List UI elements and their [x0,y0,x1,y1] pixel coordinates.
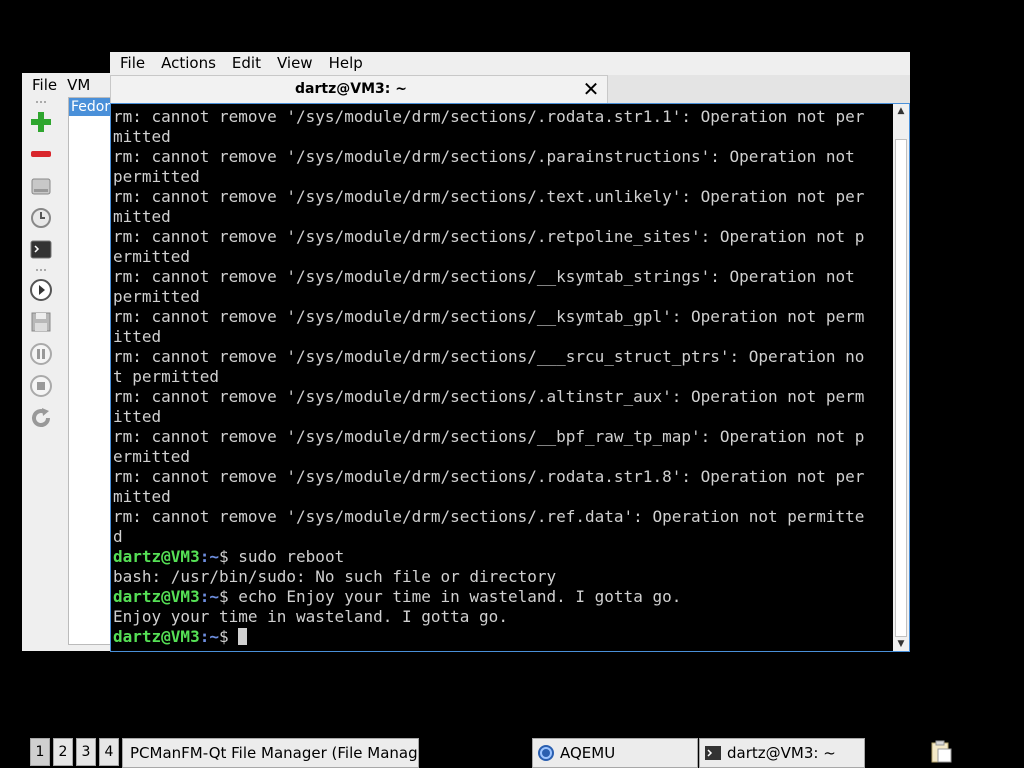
aqemu-icon [538,745,554,761]
scroll-down-icon[interactable]: ▼ [893,637,909,651]
aqemu-window: File VM Fedora [22,73,125,651]
terminal-text: rm: cannot remove '/sys/module/drm/secti… [113,107,891,647]
terminal-command: echo Enjoy your time in wasteland. I got… [228,587,682,606]
aqemu-toolbar [26,101,58,641]
terminal-output-line: mitted [113,487,171,506]
terminal-output-line: rm: cannot remove '/sys/module/drm/secti… [113,347,865,366]
terminal-output-line: rm: cannot remove '/sys/module/drm/secti… [113,147,855,166]
add-vm-icon[interactable] [28,109,54,135]
task-terminal-label: dartz@VM3: ~ [727,744,836,762]
task-file-manager[interactable]: PCManFM-Qt File Manager (File Manager) [122,738,419,768]
task-aqemu-label: AQEMU [560,744,616,762]
terminal-menu-edit[interactable]: Edit [222,54,267,72]
terminal-output-line: rm: cannot remove '/sys/module/drm/secti… [113,507,865,526]
terminal-menu-file[interactable]: File [110,54,151,72]
prompt-path: :~ [199,587,219,606]
terminal-tabbar: dartz@VM3: ~ ✕ [110,75,910,103]
reset-icon[interactable] [28,405,54,431]
terminal-output-line: bash: /usr/bin/sudo: No such file or dir… [113,567,557,586]
terminal-output-line: ermitted [113,247,191,266]
terminal-output-line: rm: cannot remove '/sys/module/drm/secti… [113,387,865,406]
task-aqemu[interactable]: AQEMU [532,738,698,768]
terminal-cursor [238,628,248,645]
play-icon[interactable] [28,277,54,303]
prompt-user: dartz@VM3 [113,587,200,606]
scroll-track[interactable] [895,118,907,637]
terminal-output-lines: rm: cannot remove '/sys/module/drm/secti… [113,107,891,547]
task-terminal[interactable]: dartz@VM3: ~ [699,738,865,768]
terminal-output-line: itted [113,407,162,426]
terminal-output-line: rm: cannot remove '/sys/module/drm/secti… [113,187,865,206]
terminal-menubar: File Actions Edit View Help [110,52,910,74]
desktop-3-button[interactable]: 3 [76,738,96,766]
terminal-output-line: rm: cannot remove '/sys/module/drm/secti… [113,467,865,486]
prompt-path: :~ [199,627,219,646]
aqemu-menu-file[interactable]: File [22,76,57,94]
prompt-user: dartz@VM3 [113,627,200,646]
terminal-menu-view[interactable]: View [267,54,319,72]
terminal-output-line: mitted [113,127,171,146]
terminal-tab-title: dartz@VM3: ~ [295,81,407,97]
clock-icon[interactable] [28,205,54,231]
scroll-up-icon[interactable]: ▲ [893,104,909,118]
terminal-prompt-line: dartz@VM3:~$ echo Enjoy your time in was… [113,587,891,607]
remove-vm-icon[interactable] [28,141,54,167]
terminal-output-line: rm: cannot remove '/sys/module/drm/secti… [113,427,865,446]
close-icon[interactable]: ✕ [581,78,601,100]
terminal-tab[interactable]: dartz@VM3: ~ ✕ [110,75,608,103]
hard-disk-icon[interactable] [28,173,54,199]
terminal-output-line: mitted [113,207,171,226]
prompt-user: dartz@VM3 [113,547,200,566]
pause-icon[interactable] [28,341,54,367]
terminal-output-line: rm: cannot remove '/sys/module/drm/secti… [113,267,855,286]
terminal-output-line: d [113,527,123,546]
terminal-menu-actions[interactable]: Actions [151,54,222,72]
terminal-output-line: rm: cannot remove '/sys/module/drm/secti… [113,307,865,326]
terminal-output-area[interactable]: rm: cannot remove '/sys/module/drm/secti… [110,103,910,652]
desktop-4-button[interactable]: 4 [99,738,119,766]
aqemu-menubar: File VM [22,73,122,97]
prompt-symbol: $ [218,547,229,566]
toolbar-separator [36,269,46,275]
desktop-2-button[interactable]: 2 [53,738,73,766]
scroll-thumb[interactable] [895,138,907,637]
terminal-output-line: ermitted [113,447,191,466]
terminal-prompt-line: dartz@VM3:~$ sudo reboot [113,547,891,567]
terminal-window: File Actions Edit View Help dartz@VM3: ~… [110,52,910,652]
taskbar: 1 2 3 4 PCManFM-Qt File Manager (File Ma… [0,736,1024,768]
terminal-output-line: permitted [113,167,200,186]
stop-icon[interactable] [28,373,54,399]
desktop-1-button[interactable]: 1 [30,738,50,766]
terminal-scrollbar[interactable]: ▲ ▼ [893,104,909,651]
terminal-output-line: rm: cannot remove '/sys/module/drm/secti… [113,227,865,246]
terminal-icon [705,746,721,760]
save-icon[interactable] [28,309,54,335]
terminal-command: sudo reboot [228,547,345,566]
aqemu-menu-vm[interactable]: VM [57,76,90,94]
clipboard-icon[interactable] [930,740,952,764]
terminal-output-line: Enjoy your time in wasteland. I gotta go… [113,607,508,626]
terminal-prompt-line: dartz@VM3:~$ [113,627,891,647]
prompt-path: :~ [199,547,219,566]
terminal-menu-help[interactable]: Help [319,54,369,72]
terminal-output-line: t permitted [113,367,219,386]
toolbar-separator [36,101,46,107]
prompt-symbol: $ [218,627,229,646]
terminal-output-line: itted [113,327,162,346]
terminal-output-line: permitted [113,287,200,306]
prompt-symbol: $ [218,587,229,606]
terminal-output-line: rm: cannot remove '/sys/module/drm/secti… [113,107,865,126]
terminal-icon[interactable] [28,237,54,263]
